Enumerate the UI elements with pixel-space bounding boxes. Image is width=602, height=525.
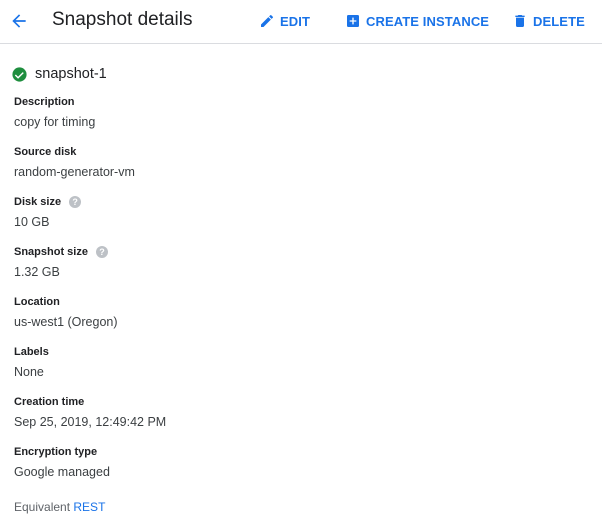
help-icon[interactable]: ? <box>69 196 82 208</box>
field-label: Creation time <box>14 396 85 408</box>
equivalent-text: Equivalent <box>14 500 71 514</box>
field-label: Encryption type <box>14 446 98 458</box>
field-label: Snapshot size <box>14 246 88 258</box>
page-title: Snapshot details <box>52 9 193 30</box>
create-instance-button-label: CREATE INSTANCE <box>366 13 490 29</box>
rest-link[interactable]: REST <box>73 500 105 514</box>
field-labels: Labels None <box>14 345 49 380</box>
field-encryption-type: Encryption type Google managed <box>14 445 110 480</box>
field-value: random-generator-vm <box>14 165 135 179</box>
field-snapshot-size: Snapshot size ? 1.32 GB <box>14 245 108 280</box>
field-value: None <box>14 365 44 379</box>
trash-icon <box>512 13 528 29</box>
help-icon[interactable]: ? <box>95 246 108 258</box>
field-description: Description copy for timing <box>14 95 95 130</box>
edit-button[interactable]: EDIT <box>259 11 310 31</box>
field-value: Sep 25, 2019, 12:49:42 PM <box>14 415 167 429</box>
delete-button[interactable]: DELETE <box>512 11 585 31</box>
create-instance-button[interactable]: CREATE INSTANCE <box>345 11 489 31</box>
field-label: Location <box>14 296 60 308</box>
field-value: Google managed <box>14 465 110 479</box>
field-source-disk: Source disk random-generator-vm <box>14 145 135 180</box>
field-creation-time: Creation time Sep 25, 2019, 12:49:42 PM <box>14 395 166 430</box>
page-header: Snapshot details EDIT CREATE INSTANCE DE… <box>0 0 602 44</box>
field-label: Disk size <box>14 196 62 208</box>
field-value: us-west1 (Oregon) <box>14 315 118 329</box>
field-label: Source disk <box>14 146 77 158</box>
edit-button-label: EDIT <box>280 13 311 29</box>
back-button[interactable] <box>6 8 32 34</box>
add-box-icon <box>345 13 361 29</box>
equivalent-rest-row: Equivalent REST <box>14 499 105 515</box>
field-label: Labels <box>14 346 49 358</box>
snapshot-name-row: snapshot-1 <box>11 63 107 85</box>
field-value: 1.32 GB <box>14 265 60 279</box>
field-value: 10 GB <box>14 215 50 229</box>
field-value: copy for timing <box>14 115 96 129</box>
field-disk-size: Disk size ? 10 GB <box>14 195 82 230</box>
pencil-icon <box>259 13 275 29</box>
delete-button-label: DELETE <box>533 13 585 29</box>
field-location: Location us-west1 (Oregon) <box>14 295 118 330</box>
arrow-back-icon <box>9 11 29 31</box>
snapshot-name: snapshot-1 <box>35 66 107 82</box>
field-label: Description <box>14 96 75 108</box>
check-circle-icon <box>11 66 28 83</box>
